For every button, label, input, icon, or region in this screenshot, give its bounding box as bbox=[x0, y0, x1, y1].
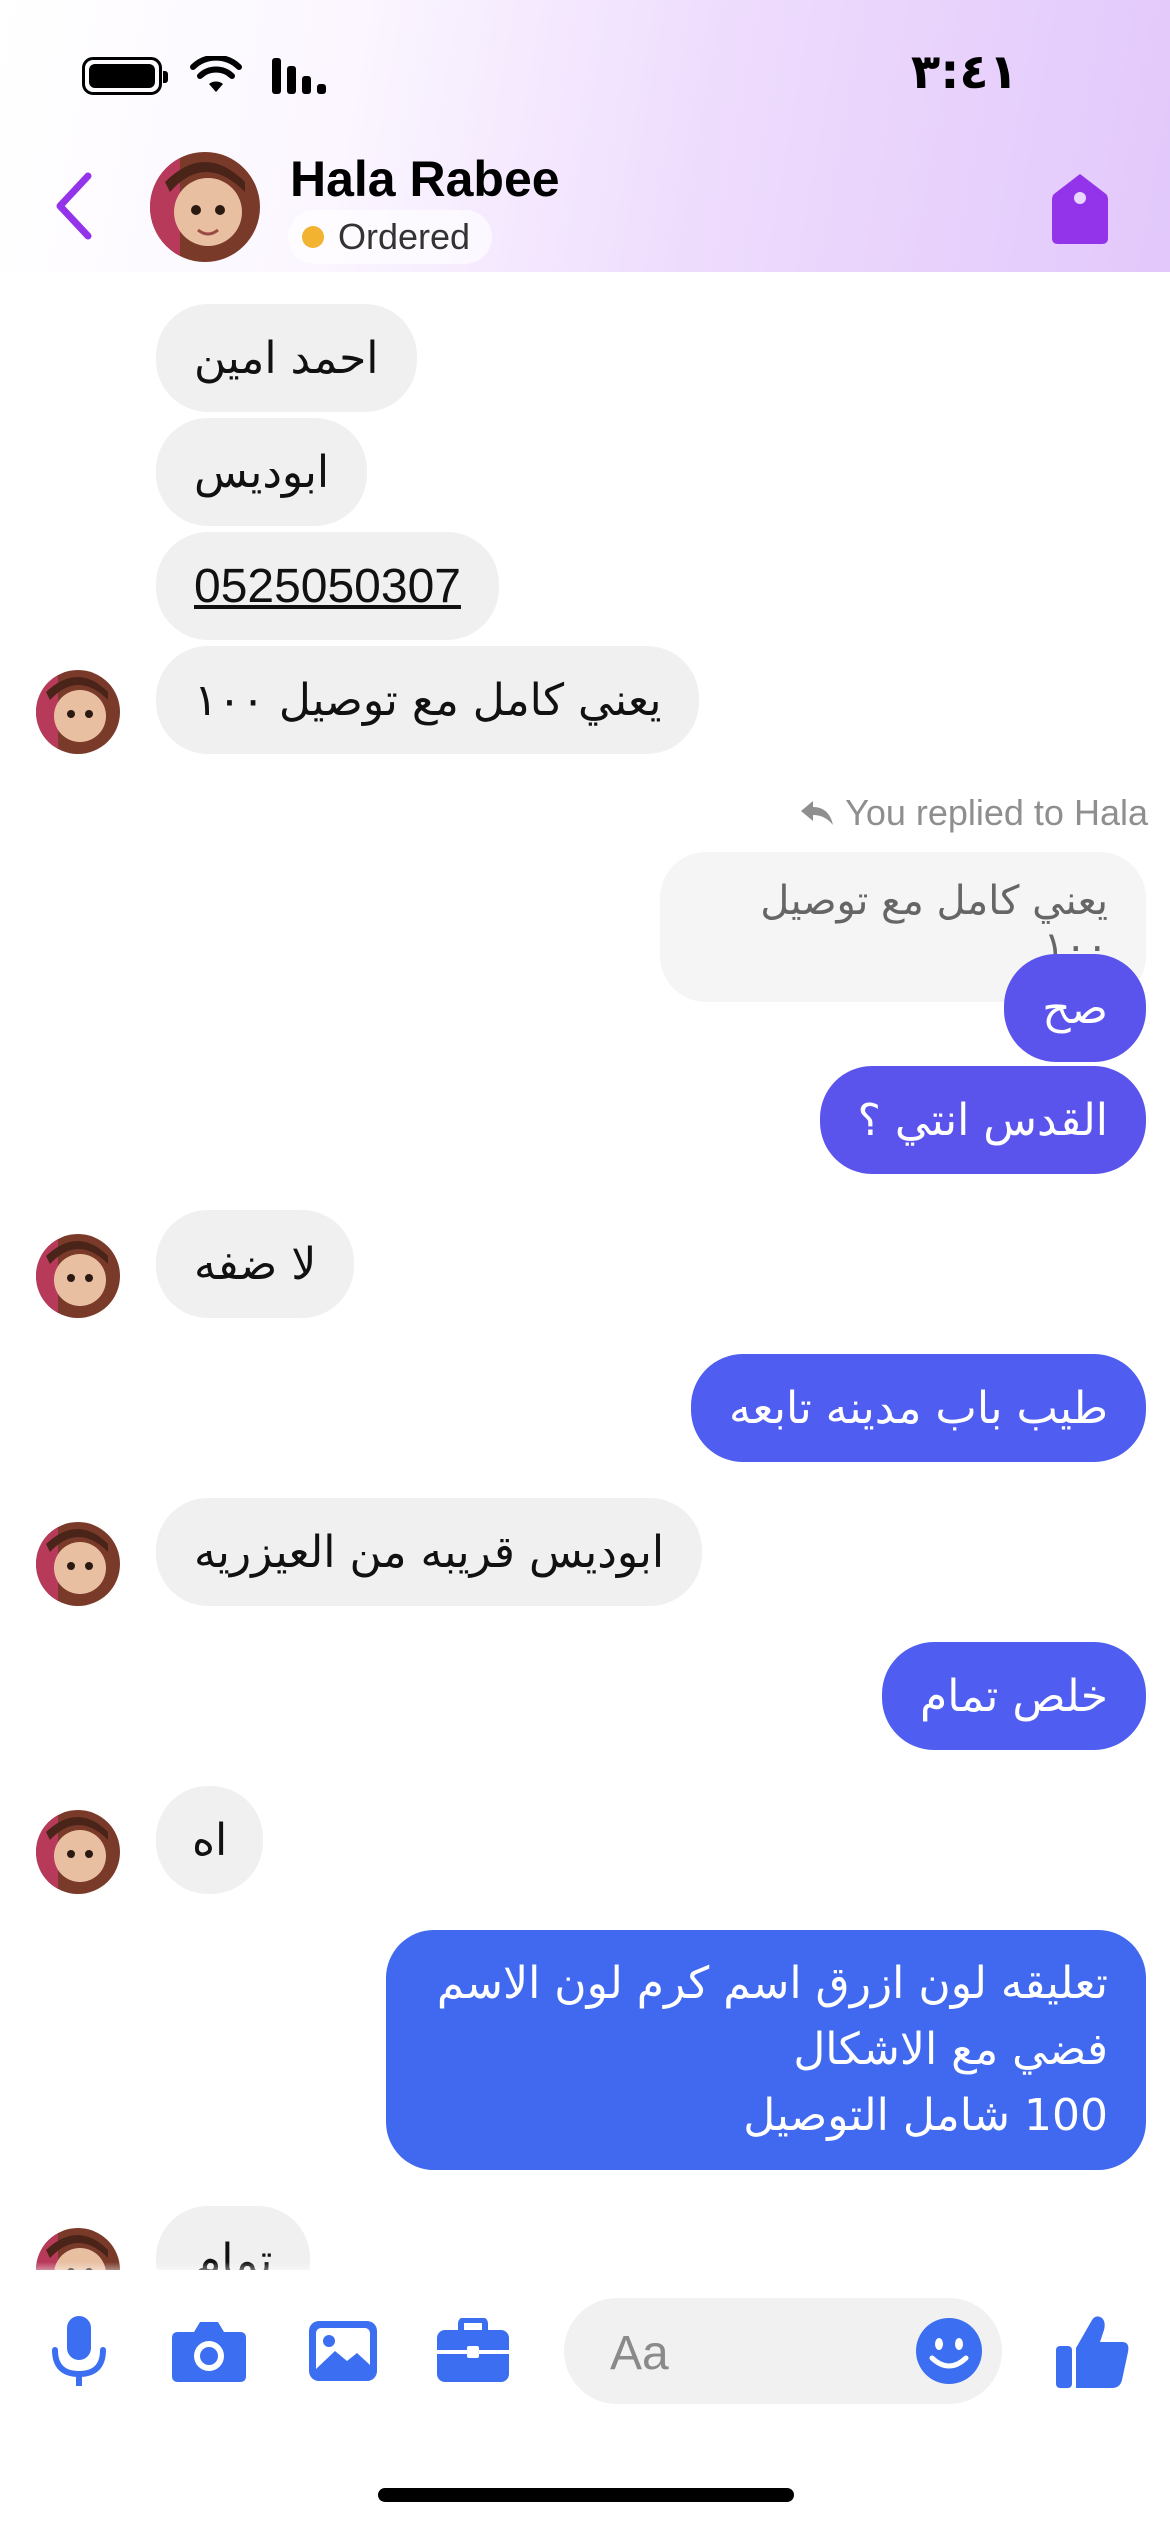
message-incoming[interactable]: ابوديس bbox=[156, 418, 368, 526]
message-incoming[interactable]: ابوديس قريبه من العيزريه bbox=[156, 1498, 703, 1606]
message-incoming[interactable]: احمد امين bbox=[156, 304, 417, 412]
message-incoming[interactable]: يعني كامل مع توصيل ١٠٠ bbox=[156, 646, 700, 754]
emoji-icon[interactable] bbox=[914, 2316, 984, 2386]
order-status-badge[interactable]: Ordered bbox=[288, 210, 493, 264]
gallery-icon[interactable] bbox=[304, 2312, 382, 2390]
message-input[interactable]: Aa bbox=[564, 2298, 1002, 2404]
message-outgoing[interactable]: القدس انتي ؟ bbox=[819, 1066, 1146, 1174]
signal-icon bbox=[272, 58, 326, 94]
message-incoming[interactable]: اه bbox=[156, 1786, 264, 1894]
sender-avatar[interactable] bbox=[36, 670, 120, 754]
status-label: Ordered bbox=[338, 216, 471, 257]
message-outgoing[interactable]: صح bbox=[1004, 954, 1146, 1062]
thumbs-up-icon[interactable] bbox=[1052, 2312, 1132, 2392]
reply-arrow-icon bbox=[801, 801, 834, 825]
phone-link[interactable]: 0525050307 bbox=[194, 559, 461, 614]
message-outgoing[interactable]: خلص تمام bbox=[882, 1642, 1146, 1750]
message-incoming-phone[interactable]: 0525050307 bbox=[156, 532, 499, 640]
message-incoming[interactable]: لا ضفه bbox=[156, 1210, 355, 1318]
message-input-placeholder: Aa bbox=[610, 2327, 669, 2380]
camera-icon[interactable] bbox=[170, 2312, 248, 2390]
contact-avatar[interactable] bbox=[150, 152, 260, 262]
chevron-left-icon[interactable] bbox=[50, 168, 100, 244]
home-indicator bbox=[378, 2488, 794, 2502]
microphone-icon[interactable] bbox=[40, 2312, 118, 2390]
sender-avatar[interactable] bbox=[36, 1234, 120, 1318]
sender-avatar[interactable] bbox=[36, 1522, 120, 1606]
sender-avatar[interactable] bbox=[36, 1810, 120, 1894]
message-outgoing[interactable]: طيب باب مدينه تابعه bbox=[690, 1354, 1146, 1462]
status-time: ٣:٤١ bbox=[910, 44, 1018, 100]
contact-name[interactable]: Hala Rabee bbox=[290, 150, 560, 208]
battery-icon bbox=[82, 57, 168, 95]
briefcase-icon[interactable] bbox=[434, 2312, 512, 2390]
tag-icon[interactable] bbox=[1050, 172, 1110, 246]
status-dot bbox=[302, 226, 324, 248]
reply-indicator: You replied to Hala bbox=[799, 792, 1148, 834]
wifi-icon bbox=[190, 56, 242, 92]
conversation-header: ٣:٤١ Hala Rabee Ordered bbox=[0, 0, 1170, 272]
status-bar-icons bbox=[82, 56, 332, 96]
message-outgoing-multiline[interactable]: تعليقه لون ازرق اسم كرم لون الاسم فضي مع… bbox=[386, 1930, 1146, 2170]
